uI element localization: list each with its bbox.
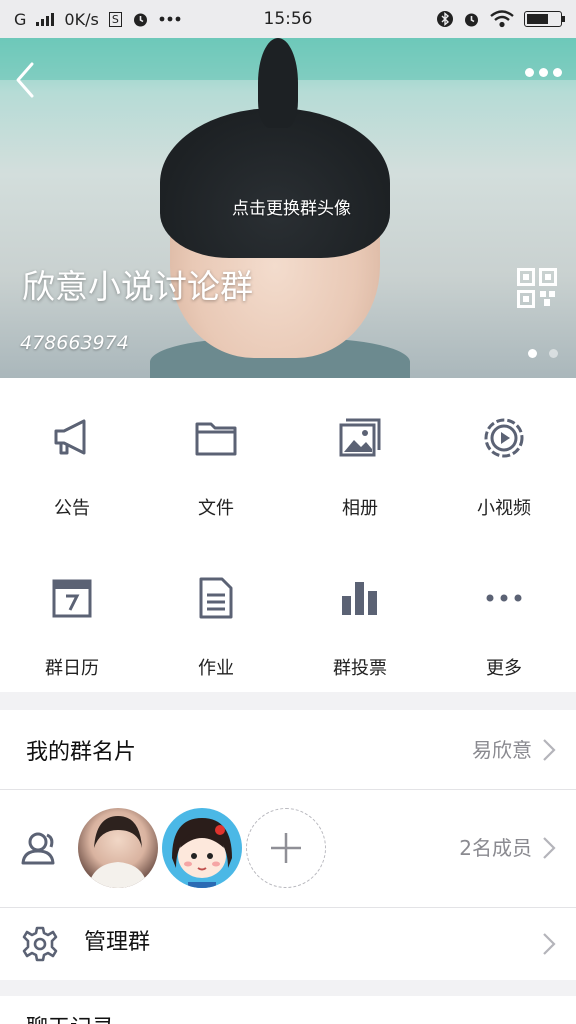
battery-icon (524, 11, 565, 27)
members-row[interactable]: 2名成员 (0, 790, 576, 907)
feature-label: 群投票 (333, 658, 387, 679)
members-icon (21, 832, 55, 865)
feature-album[interactable]: 相册 (288, 378, 432, 528)
more-dot (525, 68, 534, 77)
vote-chart-icon (342, 582, 377, 615)
change-group-avatar-link[interactable]: 点击更换群头像 (232, 194, 351, 219)
header-photo-hair (160, 108, 390, 258)
calendar-icon (52, 579, 92, 618)
manage-group-label: 管理群 (84, 930, 151, 955)
feature-files[interactable]: 文件 (144, 378, 288, 528)
back-arrow-icon[interactable] (12, 60, 42, 100)
page-dot (549, 349, 558, 358)
member-count: 2名成员 (459, 836, 532, 860)
my-group-card-value: 易欣意 (472, 738, 532, 762)
video-icon (484, 418, 524, 458)
header-page-indicator (528, 349, 558, 358)
more-dots-icon (159, 16, 181, 22)
carrier-label: G (14, 9, 27, 29)
feature-short-video[interactable]: 小视频 (432, 378, 576, 528)
more-options-button[interactable] (525, 68, 562, 77)
group-id: 478663974 (20, 332, 129, 354)
status-bar: G 0K/s S 15:56 (0, 0, 576, 38)
header-photo-hair-tuft (258, 38, 298, 128)
feature-homework[interactable]: 作业 (144, 538, 288, 688)
feature-calendar[interactable]: 群日历 (0, 538, 144, 688)
bluetooth-icon (437, 11, 453, 27)
feature-label: 更多 (486, 658, 522, 679)
feature-label: 小视频 (477, 498, 531, 519)
wifi-icon (490, 10, 514, 28)
group-header: 点击更换群头像 欣意小说讨论群 478663974 (0, 38, 576, 378)
feature-more[interactable]: 更多 (432, 538, 576, 688)
alarm-icon (133, 13, 147, 26)
my-group-card-row[interactable]: 我的群名片 易欣意 (0, 710, 576, 790)
member-avatar[interactable] (78, 808, 158, 888)
member-avatar[interactable] (162, 808, 242, 888)
alarm-icon (465, 13, 478, 26)
feature-label: 作业 (198, 658, 234, 679)
feature-vote[interactable]: 群投票 (288, 538, 432, 688)
feature-announcement[interactable]: 公告 (0, 378, 144, 528)
homework-document-icon (199, 577, 233, 619)
sim-icon: S (108, 11, 122, 27)
chevron-right-icon (543, 739, 556, 761)
megaphone-icon (54, 419, 86, 455)
page-dot (528, 349, 537, 358)
chat-history-row[interactable]: 聊天记录 (0, 996, 576, 1024)
status-time: 15:56 (263, 9, 313, 29)
chevron-right-icon (543, 837, 556, 859)
network-speed: 0K/s (64, 9, 99, 29)
photo-album-icon (339, 418, 381, 457)
more-dot (539, 68, 548, 77)
plus-icon (271, 833, 301, 863)
feature-label: 文件 (198, 498, 234, 519)
more-dots-icon (486, 594, 522, 602)
gear-icon (22, 926, 58, 962)
manage-group-row[interactable]: 管理群 (0, 908, 576, 980)
chevron-right-icon (543, 933, 556, 955)
feature-grid: 公告 文件 相册 小视频 群日历 作业 群投票 更多 (0, 378, 576, 692)
more-dot (553, 68, 562, 77)
feature-label: 公告 (54, 498, 90, 519)
chat-history-label: 聊天记录 (26, 1010, 114, 1024)
feature-label: 群日历 (45, 658, 99, 679)
signal-icon (36, 12, 55, 26)
feature-label: 相册 (342, 498, 378, 519)
folder-icon (195, 422, 237, 456)
qr-code-icon[interactable] (517, 268, 557, 308)
group-name: 欣意小说讨论群 (22, 267, 253, 306)
my-group-card-label: 我的群名片 (26, 740, 137, 765)
add-member-button[interactable] (246, 808, 326, 888)
